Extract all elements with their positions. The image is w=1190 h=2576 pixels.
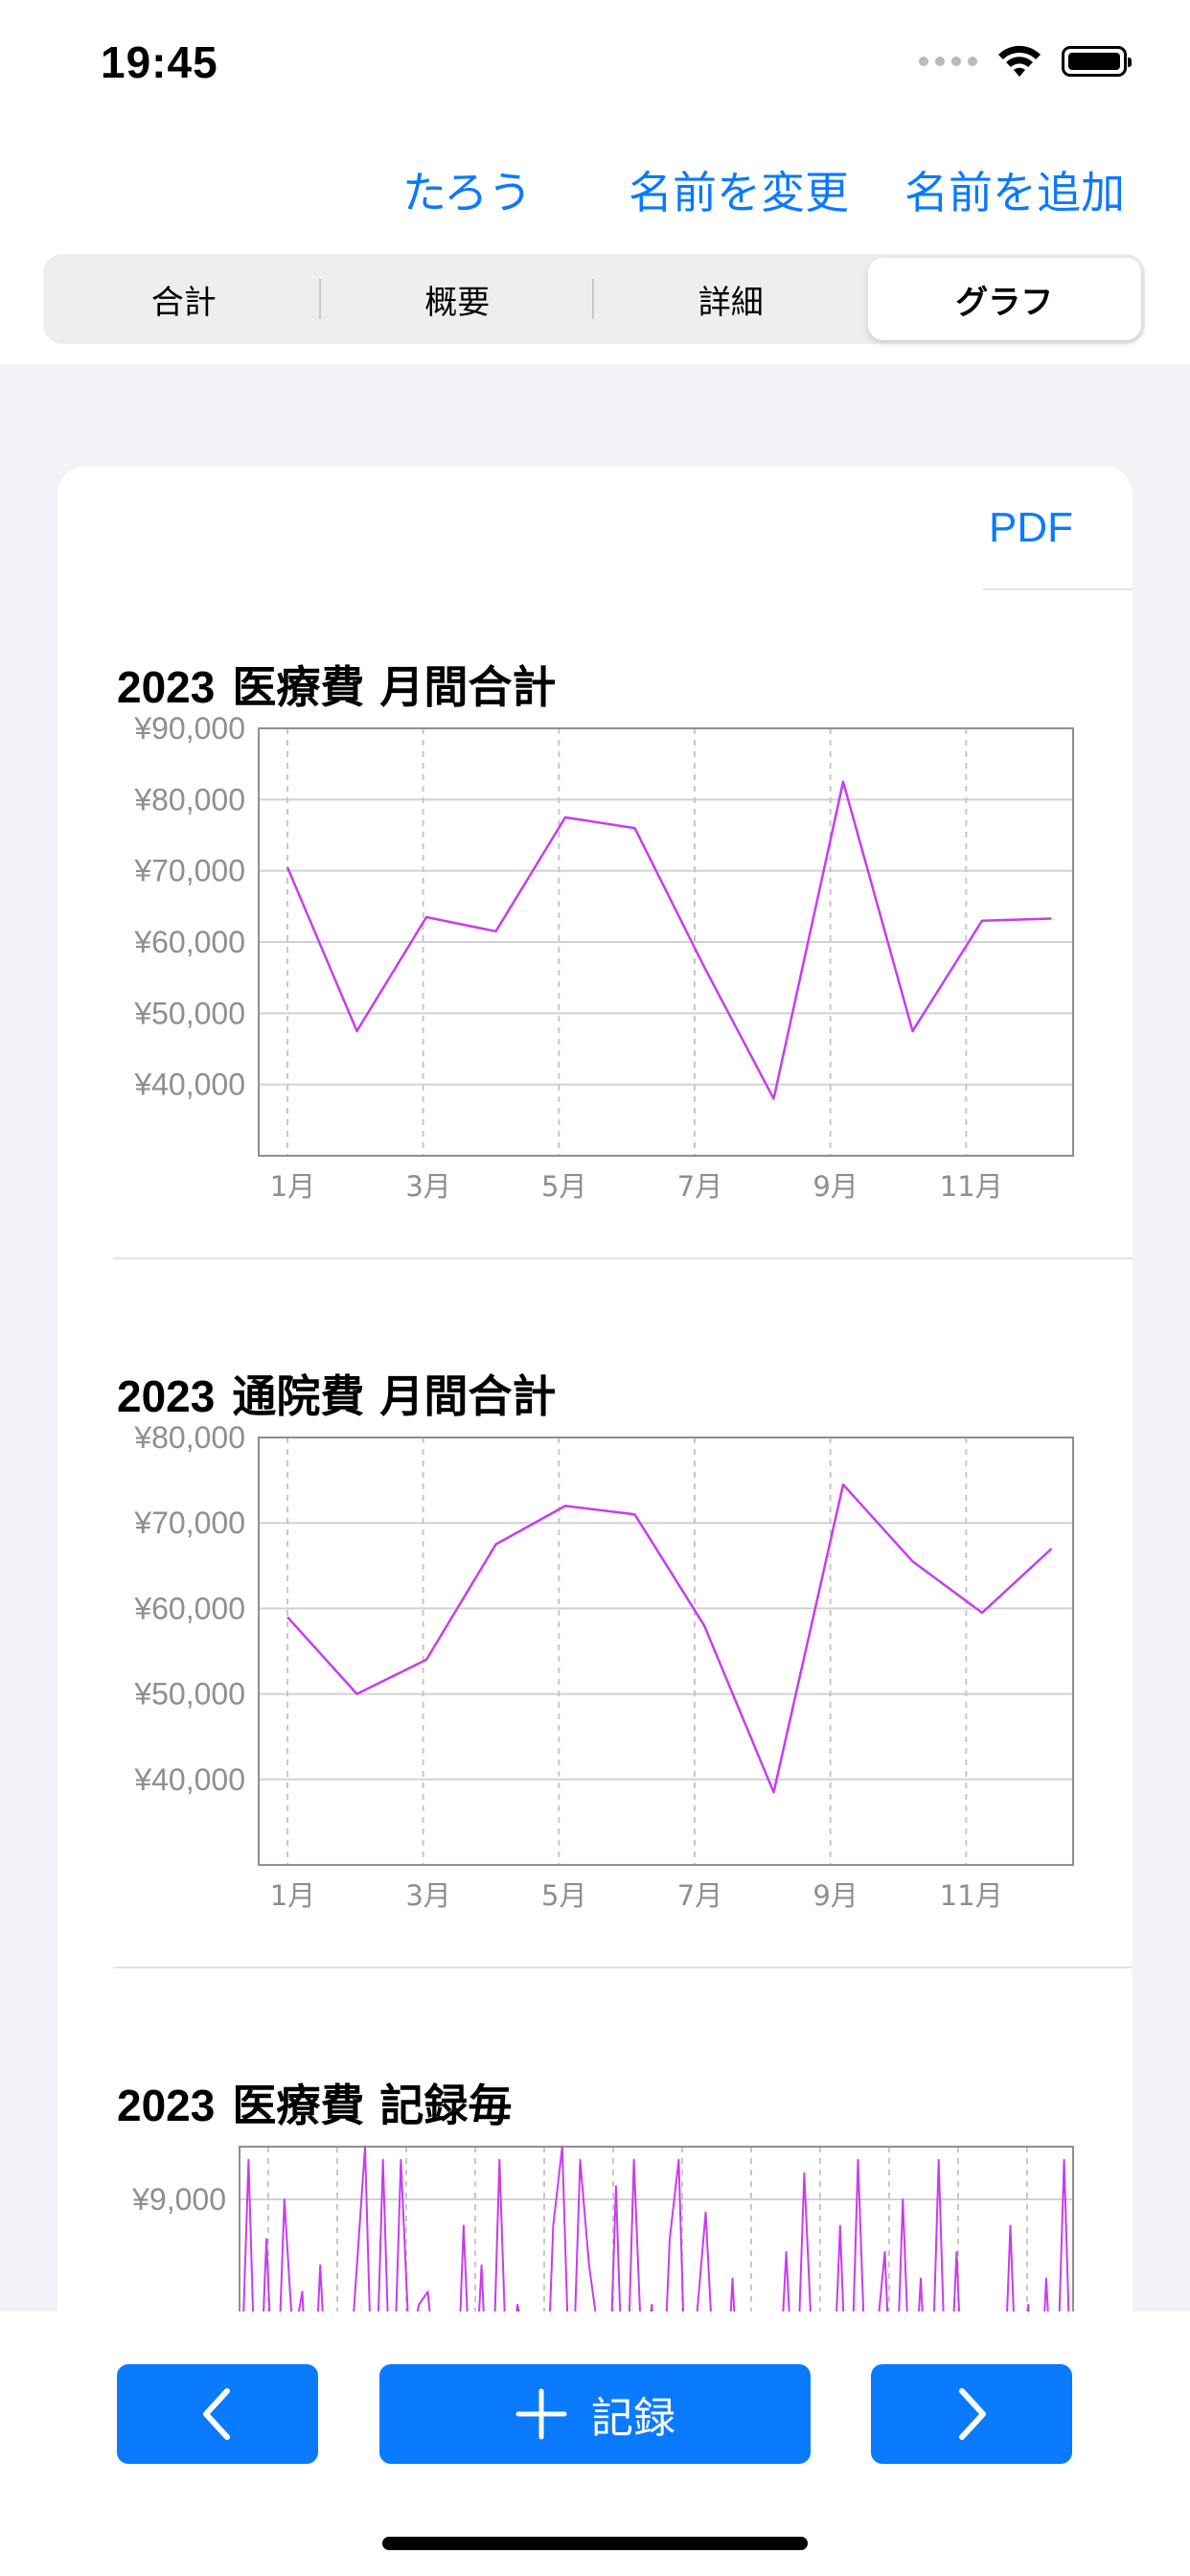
chart-1-y-tick-label: ¥70,000 (133, 854, 245, 888)
rename-button[interactable]: 名前を変更 (629, 158, 849, 221)
next-button[interactable] (871, 2364, 1072, 2464)
chart-2-y-tick-label: ¥50,000 (133, 1677, 245, 1712)
chart-2-x-tick-label: 9月 (812, 1879, 858, 1912)
chart-1-title: 2023 医療費 月間合計 (117, 653, 556, 716)
record-label: 記録 (591, 2394, 675, 2443)
tab-graph[interactable]: グラフ (867, 258, 1141, 340)
home-indicator (382, 2537, 808, 2550)
chart-1: ¥90,000 ¥80,000 ¥70,000 ¥60,000 ¥50,000 ¥40,0… (133, 711, 1074, 1203)
chart-1-x-tick-label: 9月 (812, 1170, 858, 1203)
chart-1-y-tick-label: ¥50,000 (133, 996, 245, 1030)
chart-1-x-tick-label: 5月 (541, 1170, 586, 1203)
nav-links: たろう 名前を変更 名前を追加 (0, 158, 1190, 225)
add-name-button[interactable]: 名前を追加 (904, 158, 1125, 221)
chart-1-title-text: 医療費 月間合計 (232, 661, 557, 713)
chart-2: ¥80,000 ¥70,000 ¥60,000 ¥50,000 ¥40,000 1月 3月 5… (133, 1420, 1074, 1912)
previous-button[interactable] (117, 2364, 318, 2464)
chart-3: ¥9,000¥8,000 (131, 2146, 1074, 2382)
chevron-left-icon (203, 2388, 230, 2440)
tab-total[interactable]: 合計 (47, 258, 321, 340)
chart-1-y-tick-label: ¥60,000 (133, 925, 245, 959)
chart-3-y-tick-label: ¥9,000 (131, 2182, 226, 2217)
chart-1-x-tick-label: 1月 (270, 1170, 315, 1203)
status-time: 19:45 (101, 37, 218, 87)
chevron-right-icon (959, 2388, 986, 2440)
tab-details[interactable]: 詳細 (594, 258, 868, 340)
chart-2-title-text: 通院費 月間合計 (232, 1370, 557, 1422)
user-name-button[interactable]: たろう (402, 158, 532, 221)
chart-3-title-text: 医療費 記録毎 (232, 2080, 513, 2131)
chart-2-frame (258, 1437, 1074, 1866)
segmented-control: 合計 概要 詳細 グラフ (43, 254, 1145, 344)
divider (113, 1257, 1133, 1259)
chart-2-title: 2023 通院費 月間合計 (117, 1362, 556, 1425)
chart-2-y-tick-label: ¥60,000 (133, 1591, 245, 1625)
chart-1-x-tick-label: 11月 (940, 1170, 1003, 1203)
chart-1-year: 2023 (117, 662, 216, 712)
chart-2-y-tick-label: ¥80,000 (133, 1420, 245, 1455)
chart-1-y-tick-label: ¥90,000 (133, 711, 245, 746)
chart-2-series-line (286, 1483, 1053, 1794)
status-icons (919, 44, 1132, 79)
divider (113, 1966, 1133, 1968)
chart-1-series-line (286, 780, 1052, 1100)
wifi-icon (998, 45, 1041, 77)
chart-2-year: 2023 (117, 1371, 216, 1421)
chart-2-y-tick-label: ¥40,000 (133, 1762, 245, 1797)
chart-2-x-tick-label: 3月 (405, 1879, 450, 1912)
chart-1-x-tick-label: 7月 (677, 1170, 722, 1203)
pdf-button[interactable]: PDF (989, 504, 1073, 552)
battery-icon (1062, 46, 1132, 77)
plus-icon (515, 2388, 567, 2440)
chart-2-y-tick-label: ¥70,000 (133, 1506, 245, 1540)
chart-3-title: 2023 医療費 記録毎 (117, 2071, 512, 2134)
chart-2-x-tick-label: 5月 (541, 1879, 586, 1912)
chart-card: PDF 2023 医療費 月間合計 ¥90,000 ¥80,000 ¥70,000 ¥6… (57, 466, 1133, 2382)
chart-1-y-tick-label: ¥40,000 (133, 1068, 245, 1102)
chart-2-x-tick-label: 7月 (677, 1879, 722, 1912)
chart-2-x-tick-label: 1月 (270, 1879, 315, 1912)
chart-2-x-tick-label: 11月 (940, 1879, 1003, 1912)
tab-overview[interactable]: 概要 (321, 258, 595, 340)
top-bar: 19:45 たろう 名前を変更 名前を追加 合計 概要 詳細 グラフ (0, 0, 1190, 364)
chart-1-y-tick-label: ¥80,000 (133, 782, 245, 816)
signal-icon (919, 57, 977, 66)
divider (983, 588, 1133, 590)
add-record-button[interactable]: 記録 (379, 2364, 811, 2464)
chart-1-x-tick-label: 3月 (405, 1170, 450, 1203)
chart-3-year: 2023 (117, 2081, 216, 2130)
